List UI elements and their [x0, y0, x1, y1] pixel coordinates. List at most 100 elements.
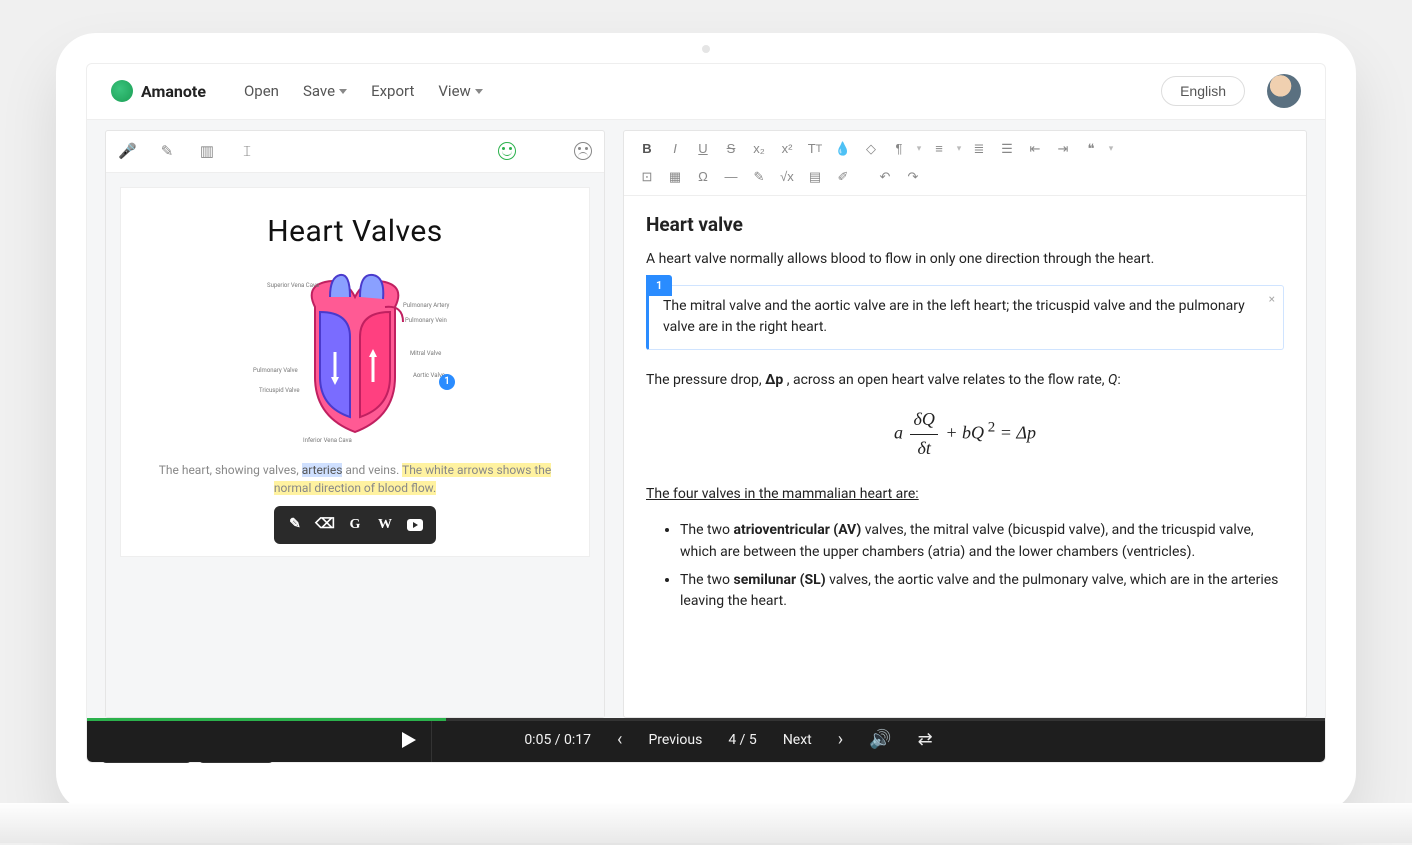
- caret-icon[interactable]: ▾: [954, 137, 964, 161]
- slide-viewport: Heart Valves Superior Vena Cava Pulmonar…: [106, 173, 604, 717]
- caret-icon[interactable]: ▾: [1106, 137, 1116, 161]
- heart-diagram: Superior Vena Cava Pulmonary Artery Pulm…: [245, 267, 465, 447]
- svg-text:Inferior Vena Cava: Inferior Vena Cava: [303, 437, 352, 444]
- brand-name: Amanote: [141, 82, 206, 101]
- caret-down-icon: [339, 89, 347, 94]
- pencil-icon[interactable]: ✎: [158, 142, 176, 160]
- superscript-icon[interactable]: x²: [774, 137, 800, 161]
- chevron-right-icon[interactable]: ›: [838, 729, 843, 750]
- linked-note-box[interactable]: 1 × The mitral valve and the aortic valv…: [646, 285, 1284, 350]
- close-icon[interactable]: ×: [1269, 290, 1275, 309]
- menu-open[interactable]: Open: [244, 82, 279, 100]
- note-intro: A heart valve normally allows blood to f…: [646, 249, 1284, 271]
- strike-icon[interactable]: S: [718, 137, 744, 161]
- text-cursor-icon[interactable]: 𝙸: [238, 142, 256, 160]
- player-bar: 0:05 / 0:17 ‹ Previous 4 / 5 Next › 🔊 ⇄: [87, 718, 1325, 762]
- swap-icon[interactable]: ⇄: [918, 729, 933, 750]
- app-screen: Amanote Open Save Export View English 🎤 …: [86, 63, 1326, 763]
- sad-icon[interactable]: [574, 142, 592, 160]
- bold-icon[interactable]: B: [634, 137, 660, 161]
- progress-fill: [87, 718, 446, 721]
- laptop-base: [0, 803, 1412, 843]
- caret-icon[interactable]: ▾: [914, 137, 924, 161]
- slide-panel: 🎤 ✎ ▥ 𝙸 Heart Valves: [105, 130, 605, 718]
- highlight-icon[interactable]: ✎: [746, 165, 772, 189]
- formula: a δQδt + bQ 2 = Δp: [646, 406, 1284, 463]
- pressure-paragraph: The pressure drop, Δp , across an open h…: [646, 370, 1284, 392]
- menu-export[interactable]: Export: [371, 82, 414, 100]
- volume-icon[interactable]: 🔊: [869, 729, 891, 750]
- previous-button[interactable]: Previous: [648, 732, 702, 748]
- redo-icon[interactable]: ↷: [900, 165, 926, 189]
- ink-icon[interactable]: 💧: [830, 137, 856, 161]
- main-menu: Open Save Export View: [244, 82, 483, 100]
- outdent-icon[interactable]: ⇤: [1022, 137, 1048, 161]
- ctx-youtube-icon[interactable]: [402, 512, 428, 538]
- ctx-wikipedia-icon[interactable]: W: [372, 512, 398, 538]
- svg-text:Pulmonary Valve: Pulmonary Valve: [253, 367, 298, 374]
- brand-logo[interactable]: Amanote: [111, 80, 206, 102]
- list-item: The two semilunar (SL) valves, the aorti…: [680, 570, 1284, 613]
- smile-icon[interactable]: [498, 142, 516, 160]
- hr-icon[interactable]: —: [718, 165, 744, 189]
- next-button[interactable]: Next: [783, 732, 812, 748]
- list-heading: The four valves in the mammalian heart a…: [646, 484, 1284, 506]
- omega-icon[interactable]: Ω: [690, 165, 716, 189]
- laptop-frame: Amanote Open Save Export View English 🎤 …: [56, 33, 1356, 813]
- menu-save[interactable]: Save: [303, 82, 347, 100]
- eraser-icon[interactable]: ◇: [858, 137, 884, 161]
- context-toolbar: ✎ ⌫ G W: [274, 506, 436, 544]
- slide-toolbar: 🎤 ✎ ▥ 𝙸: [106, 131, 604, 173]
- menu-view[interactable]: View: [438, 82, 482, 100]
- quote-icon[interactable]: ❝: [1078, 137, 1104, 161]
- paragraph-icon[interactable]: ¶: [886, 137, 912, 161]
- slide[interactable]: Heart Valves Superior Vena Cava Pulmonar…: [120, 187, 590, 557]
- svg-text:Mitral Valve: Mitral Valve: [410, 350, 441, 357]
- undo-icon[interactable]: ↶: [872, 165, 898, 189]
- progress-track[interactable]: [87, 718, 1325, 721]
- ctx-eraser-icon[interactable]: ⌫: [312, 512, 338, 538]
- sqrt-icon[interactable]: √x: [774, 165, 800, 189]
- block-icon[interactable]: ▤: [802, 165, 828, 189]
- align-icon[interactable]: ≡: [926, 137, 952, 161]
- linked-note-number: 1: [646, 275, 672, 296]
- editor-body[interactable]: Heart valve A heart valve normally allow…: [624, 196, 1306, 717]
- indent-icon[interactable]: ⇥: [1050, 137, 1076, 161]
- ctx-pencil-icon[interactable]: ✎: [282, 512, 308, 538]
- svg-text:Superior Vena Cava: Superior Vena Cava: [267, 282, 319, 289]
- slide-title: Heart Valves: [267, 214, 443, 249]
- draw-icon[interactable]: ✐: [830, 165, 856, 189]
- language-button[interactable]: English: [1161, 76, 1245, 106]
- ctx-google-icon[interactable]: G: [342, 512, 368, 538]
- user-avatar[interactable]: [1267, 74, 1301, 108]
- note-icon[interactable]: ▥: [198, 142, 216, 160]
- slide-caption: The heart, showing valves, arteries and …: [151, 461, 559, 497]
- unordered-list-icon[interactable]: ☰: [994, 137, 1020, 161]
- selected-text[interactable]: arteries: [302, 463, 343, 477]
- font-size-icon[interactable]: TT: [802, 137, 828, 161]
- content-area: 🎤 ✎ ▥ 𝙸 Heart Valves: [87, 120, 1325, 718]
- mic-icon[interactable]: 🎤: [118, 142, 136, 160]
- list-item: The two atrioventricular (AV) valves, th…: [680, 520, 1284, 563]
- slide-marker-1[interactable]: 1: [439, 374, 455, 390]
- note-heading: Heart valve: [646, 210, 1284, 239]
- camera-dot: [702, 45, 710, 53]
- italic-icon[interactable]: I: [662, 137, 688, 161]
- subscript-icon[interactable]: x₂: [746, 137, 772, 161]
- editor-toolbar: B I U S x₂ x² TT 💧 ◇ ¶▾ ≡▾ ≣ ☰ ⇤ ⇥ ❝▾: [624, 131, 1306, 196]
- link-icon[interactable]: ⊡: [634, 165, 660, 189]
- svg-text:Pulmonary Vein: Pulmonary Vein: [405, 317, 447, 324]
- brand-icon: [111, 80, 133, 102]
- editor-panel: B I U S x₂ x² TT 💧 ◇ ¶▾ ≡▾ ≣ ☰ ⇤ ⇥ ❝▾: [623, 130, 1307, 718]
- table-icon[interactable]: ▦: [662, 165, 688, 189]
- chevron-left-icon[interactable]: ‹: [617, 729, 622, 750]
- svg-text:Pulmonary Artery: Pulmonary Artery: [403, 302, 450, 309]
- linked-note-text: The mitral valve and the aortic valve ar…: [663, 298, 1245, 336]
- caret-down-icon: [475, 89, 483, 94]
- player-time: 0:05 / 0:17: [524, 732, 591, 748]
- play-button[interactable]: [387, 718, 431, 762]
- underline-icon[interactable]: U: [690, 137, 716, 161]
- ordered-list-icon[interactable]: ≣: [966, 137, 992, 161]
- app-header: Amanote Open Save Export View English: [87, 64, 1325, 120]
- valve-list: The two atrioventricular (AV) valves, th…: [646, 520, 1284, 613]
